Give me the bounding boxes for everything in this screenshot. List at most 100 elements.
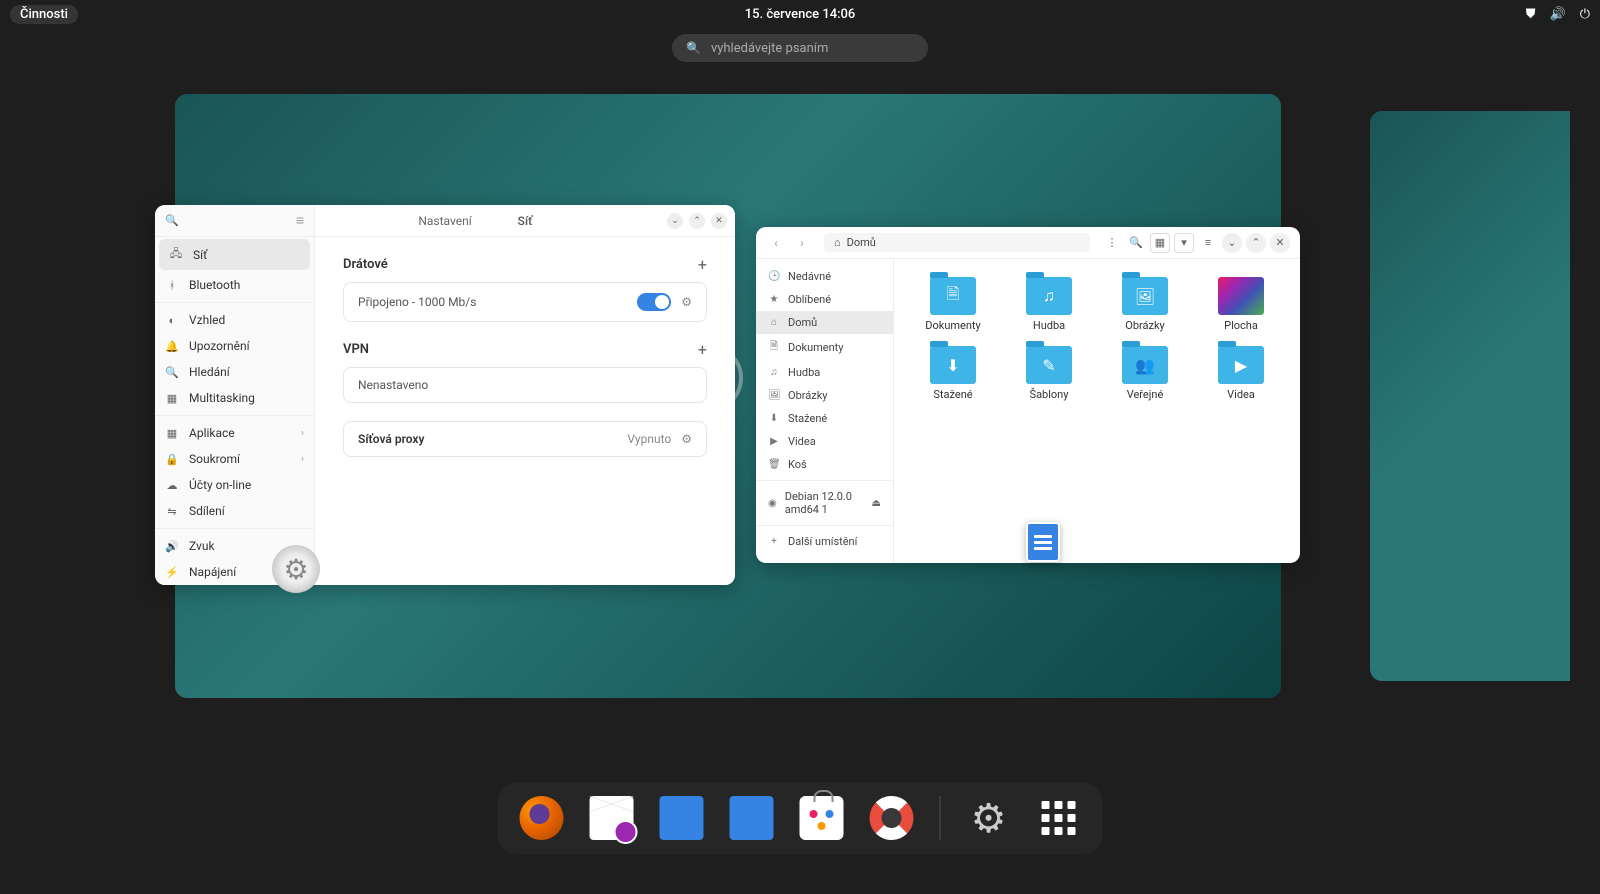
folder-hudba[interactable]: ♫Hudba bbox=[1010, 277, 1088, 332]
minimize-icon[interactable]: ⌄ bbox=[667, 213, 683, 229]
icon: ⚡ bbox=[165, 566, 179, 579]
activities-button[interactable]: Činnosti bbox=[10, 5, 78, 24]
proxy-settings-icon[interactable]: ⚙ bbox=[681, 432, 692, 446]
sidebar-item-soukromí[interactable]: 🔒Soukromí› bbox=[155, 446, 314, 472]
folder-icon: ♫ bbox=[1026, 277, 1072, 315]
settings-search-icon[interactable]: 🔍 bbox=[165, 214, 179, 227]
privacy-icon[interactable]: ⛊ bbox=[1526, 7, 1536, 22]
wired-toggle[interactable] bbox=[637, 293, 671, 311]
folder-icon: ✎ bbox=[1026, 346, 1072, 384]
dock-libreoffice[interactable] bbox=[660, 796, 704, 840]
settings-app-icon: ⚙ bbox=[272, 545, 320, 593]
close-icon[interactable]: ✕ bbox=[711, 213, 727, 229]
files-sidebar-oblíbené[interactable]: ★Oblíbené bbox=[756, 288, 893, 311]
eject-icon[interactable]: ⏏ bbox=[872, 498, 881, 509]
folder-icon: ▶ bbox=[1218, 346, 1264, 384]
dock-help[interactable] bbox=[870, 796, 914, 840]
forward-button[interactable]: › bbox=[792, 233, 812, 253]
view-list-icon[interactable]: ≡ bbox=[1198, 233, 1218, 253]
wired-connection-row[interactable]: Připojeno - 1000 Mb/s ⚙ bbox=[343, 282, 707, 322]
files-sidebar: 🕒Nedávné★Oblíbené⌂Domů🗎Dokumenty♫Hudba🖼O… bbox=[756, 259, 894, 563]
folder-icon: 🗎 bbox=[930, 277, 976, 315]
icon: ◐ bbox=[165, 314, 179, 327]
sidebar-item-multitasking[interactable]: ▦Multitasking bbox=[155, 385, 314, 411]
icon: 🖧 bbox=[169, 245, 183, 264]
vpn-section-title: VPN bbox=[343, 342, 369, 357]
folder-icon bbox=[1218, 277, 1264, 315]
sidebar-item-bluetooth[interactable]: ᚼBluetooth bbox=[155, 272, 314, 298]
search-placeholder: vyhledávejte psaním bbox=[711, 41, 828, 56]
proxy-row[interactable]: Síťová proxy Vypnuto ⚙ bbox=[343, 421, 707, 457]
sidebar-item-vzhled[interactable]: ◐Vzhled bbox=[155, 307, 314, 333]
settings-main: Síť ⌄ ⌃ ✕ Drátové + Připojeno - 1000 Mb/… bbox=[315, 205, 735, 585]
dock-show-apps[interactable] bbox=[1037, 796, 1081, 840]
hamburger-icon[interactable]: ≡ bbox=[296, 212, 304, 229]
dock-separator bbox=[940, 796, 941, 840]
sidebar-item-upozornění[interactable]: 🔔Upozornění bbox=[155, 333, 314, 359]
datetime-label[interactable]: 15. července 14:06 bbox=[745, 7, 856, 22]
files-sidebar-nedávné[interactable]: 🕒Nedávné bbox=[756, 265, 893, 288]
files-header: ‹ › ⌂ Domů ⋮ 🔍 ▦ ▾ ≡ ⌄ ⌃ ✕ bbox=[756, 227, 1300, 259]
back-button[interactable]: ‹ bbox=[766, 233, 786, 253]
view-grid-icon[interactable]: ▦ bbox=[1150, 233, 1170, 253]
volume-icon[interactable]: 🔊 bbox=[1550, 7, 1566, 22]
vpn-status: Nenastaveno bbox=[358, 378, 428, 392]
sidebar-disk[interactable]: ◉ Debian 12.0.0 amd64 1 ⏏ bbox=[756, 485, 893, 521]
files-search-icon[interactable]: 🔍 bbox=[1126, 233, 1146, 253]
files-menu-icon[interactable]: ⋮ bbox=[1102, 233, 1122, 253]
folder-obrázky[interactable]: 🖼Obrázky bbox=[1106, 277, 1184, 332]
dock-firefox[interactable] bbox=[520, 796, 564, 840]
add-wired-button[interactable]: + bbox=[698, 255, 707, 274]
dock-settings[interactable]: ⚙ bbox=[967, 796, 1011, 840]
dock-files[interactable] bbox=[730, 796, 774, 840]
folder-stažené[interactable]: ⬇Stažené bbox=[914, 346, 992, 401]
add-vpn-button[interactable]: + bbox=[698, 340, 707, 359]
sidebar-item-hledání[interactable]: 🔍Hledání bbox=[155, 359, 314, 385]
folder-dokumenty[interactable]: 🗎Dokumenty bbox=[914, 277, 992, 332]
settings-window[interactable]: 🔍 Nastavení ≡ 🖧SíťᚼBluetooth ◐Vzhled🔔Upo… bbox=[155, 205, 735, 585]
location-label: Domů bbox=[847, 236, 876, 249]
icon: ᚼ bbox=[165, 279, 179, 292]
icon: ▦ bbox=[165, 392, 179, 405]
sidebar-item-sdílení[interactable]: ⇋Sdílení bbox=[155, 498, 314, 524]
maximize-icon[interactable]: ⌃ bbox=[689, 213, 705, 229]
wired-settings-icon[interactable]: ⚙ bbox=[681, 295, 692, 309]
settings-sidebar: 🔍 Nastavení ≡ 🖧SíťᚼBluetooth ◐Vzhled🔔Upo… bbox=[155, 205, 315, 585]
files-sidebar-stažené[interactable]: ⬇Stažené bbox=[756, 407, 893, 430]
folder-veřejné[interactable]: 👥Veřejné bbox=[1106, 346, 1184, 401]
dock-software[interactable] bbox=[800, 796, 844, 840]
location-bar[interactable]: ⌂ Domů bbox=[824, 233, 1090, 252]
power-icon[interactable]: ⏻ bbox=[1580, 7, 1590, 22]
view-dropdown-icon[interactable]: ▾ bbox=[1174, 233, 1194, 253]
workspace-2[interactable] bbox=[1370, 111, 1570, 681]
dock-evolution[interactable] bbox=[590, 796, 634, 840]
files-close-icon[interactable]: ✕ bbox=[1270, 233, 1290, 253]
sidebar-other-locations[interactable]: + Další umístění bbox=[756, 530, 893, 553]
proxy-title: Síťová proxy bbox=[358, 432, 424, 446]
search-bar[interactable]: 🔍 vyhledávejte psaním bbox=[672, 34, 928, 62]
files-sidebar-koš[interactable]: 🗑Koš bbox=[756, 453, 893, 476]
home-icon: ⌂ bbox=[834, 236, 841, 249]
sidebar-item-účty on-line[interactable]: ☁Účty on-line bbox=[155, 472, 314, 498]
icon: 🔔 bbox=[165, 340, 179, 353]
files-sidebar-dokumenty[interactable]: 🗎Dokumenty bbox=[756, 334, 893, 361]
files-sidebar-obrázky[interactable]: 🖼Obrázky bbox=[756, 384, 893, 407]
sidebar-item-aplikace[interactable]: ▦Aplikace› bbox=[155, 420, 314, 446]
files-app-icon bbox=[1026, 522, 1060, 562]
files-sidebar-videa[interactable]: ▶Videa bbox=[756, 430, 893, 453]
icon: 🔊 bbox=[165, 540, 179, 553]
plus-icon: + bbox=[768, 536, 780, 547]
sidebar-item-síť[interactable]: 🖧Síť bbox=[159, 239, 310, 270]
files-sidebar-hudba[interactable]: ♫Hudba bbox=[756, 361, 893, 384]
folder-plocha[interactable]: Plocha bbox=[1202, 277, 1280, 332]
folder-videa[interactable]: ▶Videa bbox=[1202, 346, 1280, 401]
dock: ⚙ bbox=[498, 782, 1103, 854]
files-sidebar-domů[interactable]: ⌂Domů bbox=[756, 311, 893, 334]
files-max-icon[interactable]: ⌃ bbox=[1246, 233, 1266, 253]
vpn-row[interactable]: Nenastaveno bbox=[343, 367, 707, 403]
search-icon: 🔍 bbox=[686, 41, 701, 55]
files-min-icon[interactable]: ⌄ bbox=[1222, 233, 1242, 253]
files-window[interactable]: ‹ › ⌂ Domů ⋮ 🔍 ▦ ▾ ≡ ⌄ ⌃ ✕ 🕒Nedávné★Oblí… bbox=[756, 227, 1300, 563]
wired-section-title: Drátové bbox=[343, 257, 388, 272]
folder-šablony[interactable]: ✎Šablony bbox=[1010, 346, 1088, 401]
